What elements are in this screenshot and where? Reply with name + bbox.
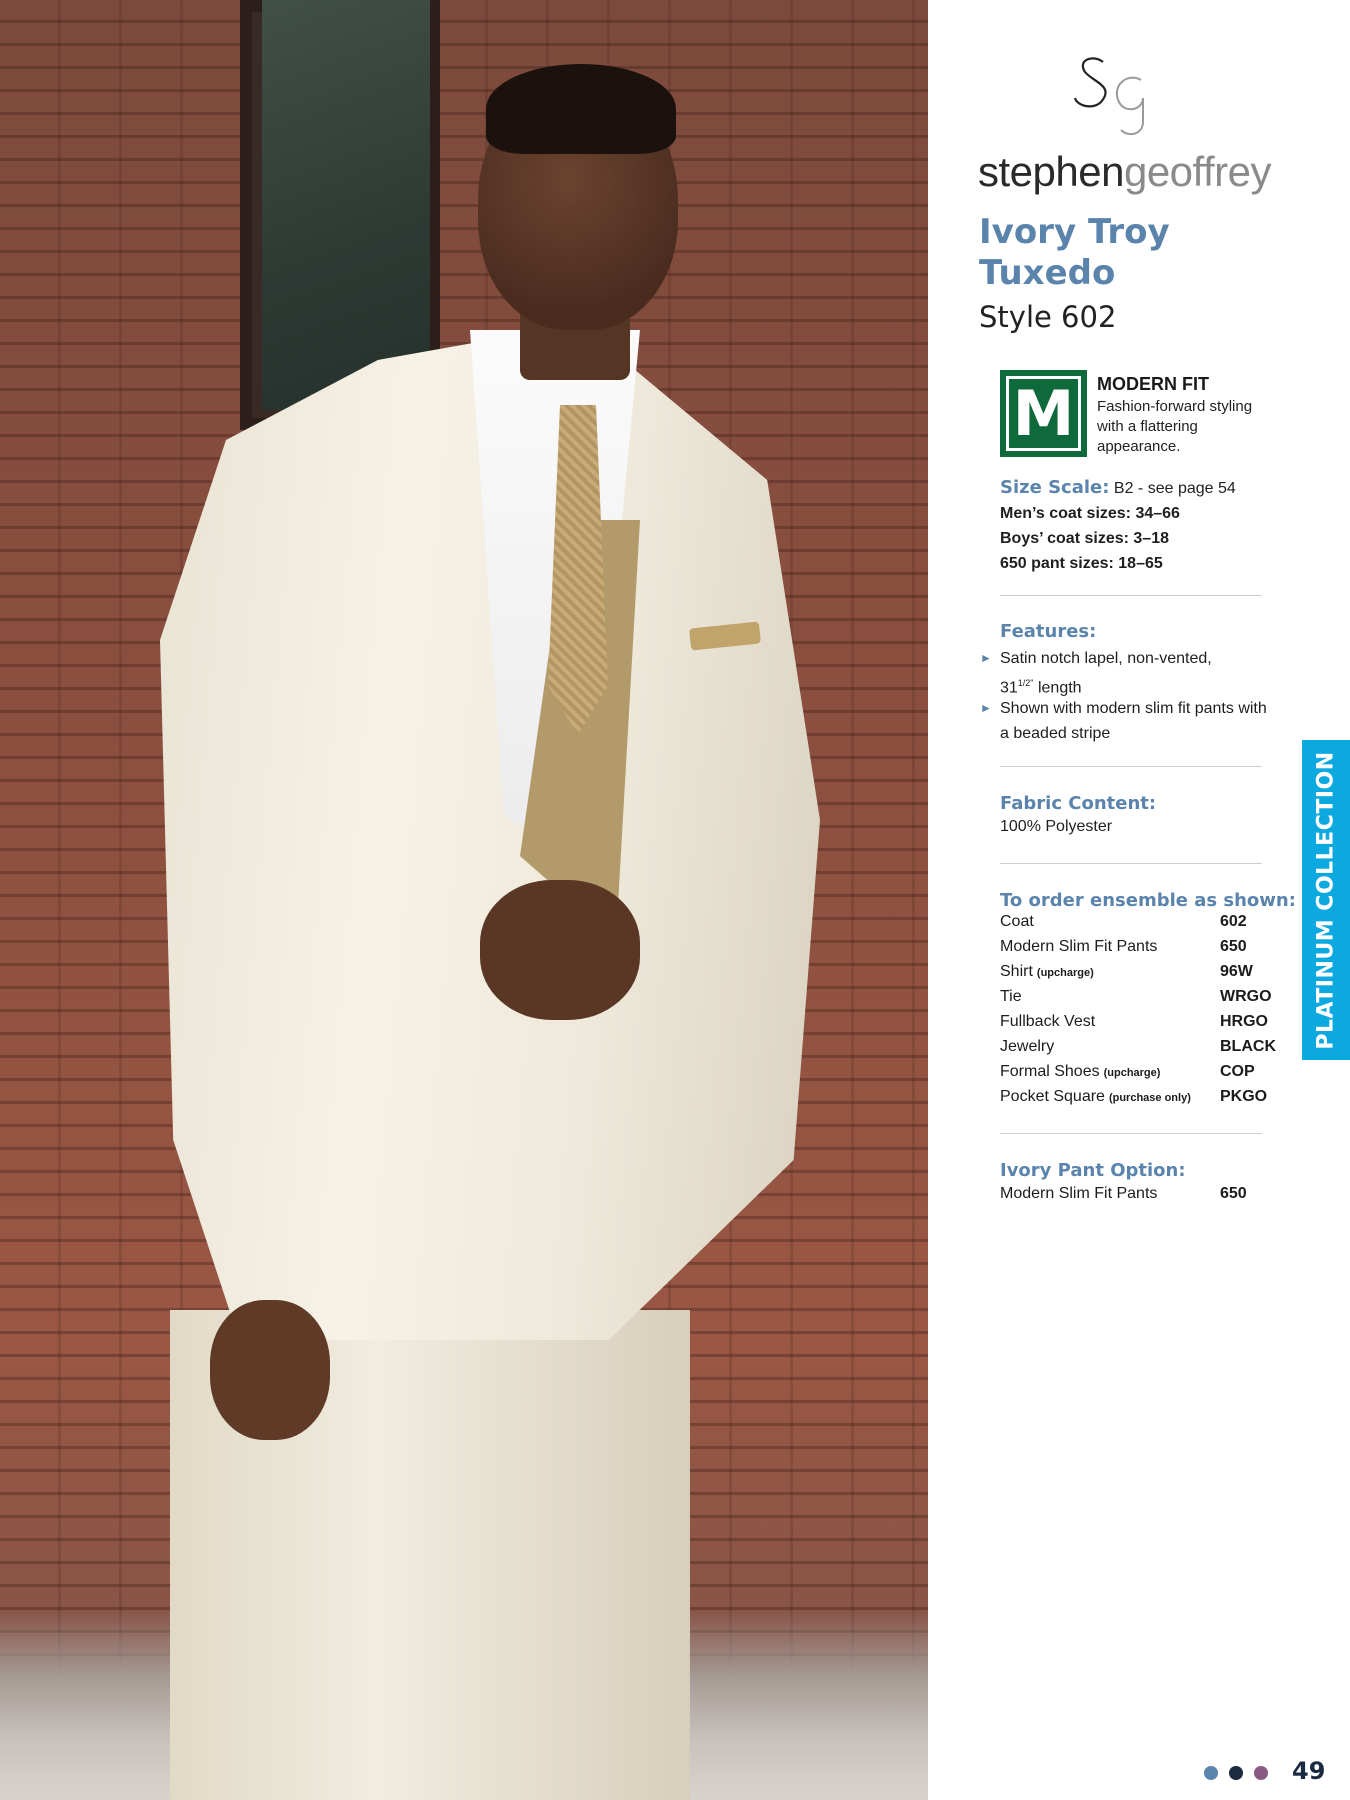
pant-sizes: 650 pant sizes: 18–65 (1000, 555, 1163, 572)
model-hand (480, 880, 640, 1020)
fit-description: Fashion-forward styling with a flatterin… (1097, 398, 1253, 455)
order-item: Shirt (1000, 963, 1033, 980)
size-block: Size Scale: B2 - see page 54 Men’s coat … (1000, 475, 1236, 576)
divider (1000, 766, 1262, 767)
feature-item: ► Satin notch lapel, non-vented, 311/2" … (980, 646, 1280, 700)
divider (1000, 595, 1262, 596)
order-item: Coat (1000, 913, 1034, 930)
bullet-arrow-icon: ► (980, 701, 992, 715)
mens-sizes: Men’s coat sizes: 34–66 (1000, 505, 1180, 522)
feature-1-fraction: 1/2" (1017, 678, 1034, 688)
order-item: Jewelry (1000, 1038, 1055, 1055)
order-note: (upcharge) (1103, 1067, 1161, 1079)
order-item: Fullback Vest (1000, 1013, 1096, 1030)
feature-item: ► Shown with modern slim fit pants with … (980, 696, 1280, 746)
dot-purple-icon (1254, 1766, 1268, 1780)
pant-option-item: Modern Slim Fit Pants (1000, 1185, 1158, 1202)
feature-1-tail: length (1033, 679, 1082, 697)
model-hand-left (210, 1300, 330, 1440)
order-item: Modern Slim Fit Pants (1000, 938, 1158, 955)
pant-option-row: Modern Slim Fit Pants 650 (1000, 1185, 1270, 1210)
bullet-arrow-icon: ► (980, 651, 992, 665)
divider (1000, 1133, 1262, 1134)
order-code: 650 (1220, 938, 1247, 955)
order-row: Modern Slim Fit Pants 650 (1000, 938, 1270, 963)
order-row: Tie WRGO (1000, 988, 1272, 1013)
feature-1-number: 31 (1000, 679, 1018, 697)
feature-2-text: Shown with modern slim fit pants with a … (1000, 700, 1267, 742)
modern-fit-badge-icon: M (1000, 370, 1087, 457)
dot-navy-icon (1229, 1766, 1243, 1780)
sg-monogram-icon (1073, 57, 1144, 136)
platinum-collection-tab: PLATINUM COLLECTION (1302, 740, 1350, 1060)
order-row: Fullback Vest HRGO (1000, 1013, 1270, 1038)
order-code: 602 (1220, 913, 1247, 930)
order-code: PKGO (1220, 1088, 1268, 1105)
brand-wordmark: stephengeoffrey (978, 148, 1271, 196)
size-scale-label: Size Scale: (1000, 477, 1110, 498)
brand-name-part2: geoffrey (1123, 148, 1272, 195)
order-code: BLACK (1220, 1038, 1276, 1055)
order-code: COP (1220, 1063, 1255, 1080)
feature-1-line1: Satin notch lapel, non-vented, (1000, 650, 1212, 667)
order-row: Coat 602 (1000, 913, 1270, 938)
order-code: 96W (1220, 963, 1253, 980)
fabric-value: 100% Polyester (1000, 818, 1113, 835)
page-number: 49 (1292, 1757, 1326, 1785)
order-row: Shirt (upcharge) 96W (1000, 963, 1270, 988)
brand-name-part1: stephen (978, 148, 1124, 195)
model-hair (486, 64, 676, 154)
dot-blue-icon (1204, 1766, 1218, 1780)
features-heading: Features: (1000, 621, 1097, 642)
order-item: Formal Shoes (1000, 1063, 1100, 1080)
order-heading: To order ensemble as shown: (1000, 890, 1296, 911)
order-note: (purchase only) (1108, 1092, 1191, 1104)
product-style: Style 602 (979, 300, 1117, 334)
order-table: Coat 602 Modern Slim Fit Pants 650 Shirt (u… (1000, 913, 1276, 1113)
order-row: Jewelry BLACK (1000, 1038, 1276, 1063)
pant-option-code: 650 (1220, 1185, 1247, 1202)
size-scale-value: B2 - see page 54 (1113, 480, 1236, 497)
fabric-heading: Fabric Content: (1000, 793, 1157, 814)
order-row: Formal Shoes (upcharge) COP (1000, 1063, 1270, 1088)
order-note: (upcharge) (1036, 967, 1094, 979)
order-code: HRGO (1220, 1013, 1268, 1030)
product-photo (0, 0, 928, 1800)
order-row: Pocket Square (purchase only) PKGO (1000, 1088, 1270, 1113)
brand-logo: stephengeoffrey (970, 50, 1271, 200)
page-dots (1204, 1766, 1279, 1785)
divider (1000, 863, 1262, 864)
boys-sizes: Boys’ coat sizes: 3–18 (1000, 530, 1169, 547)
fit-title: MODERN FIT (1097, 374, 1209, 394)
order-code: WRGO (1220, 988, 1272, 1005)
fit-badge-letter: M (1006, 376, 1081, 451)
collection-tab-label: PLATINUM COLLECTION (1313, 750, 1339, 1050)
order-item: Pocket Square (1000, 1088, 1105, 1105)
product-title: Ivory Troy Tuxedo (979, 212, 1170, 293)
order-item: Tie (1000, 988, 1022, 1005)
model-figure (0, 0, 928, 1800)
pant-option-heading: Ivory Pant Option: (1000, 1160, 1186, 1181)
